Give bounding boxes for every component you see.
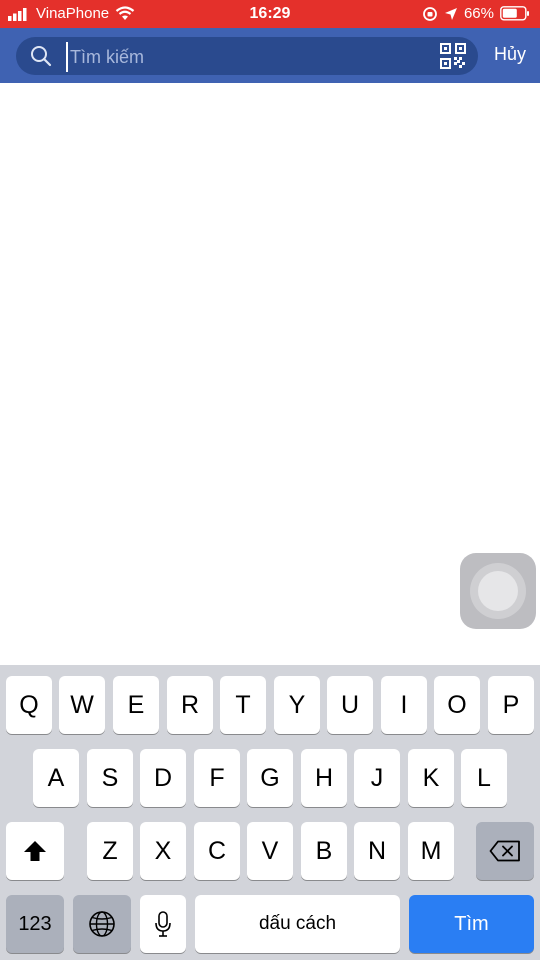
key-o[interactable]: O [434, 676, 480, 734]
cancel-button[interactable]: Hủy [494, 44, 526, 65]
key-n[interactable]: N [354, 822, 400, 880]
status-right: 66% [422, 5, 530, 22]
key-p[interactable]: P [488, 676, 534, 734]
key-j[interactable]: J [354, 749, 400, 807]
key-i[interactable]: I [381, 676, 427, 734]
keyboard: Q W E R T Y U I O P A S D F G H J K L Z … [0, 665, 540, 960]
delete-key[interactable] [476, 822, 534, 880]
key-e[interactable]: E [113, 676, 159, 734]
battery-icon [500, 6, 529, 21]
key-m[interactable]: M [408, 822, 454, 880]
key-y[interactable]: Y [274, 676, 320, 734]
key-g[interactable]: G [247, 749, 293, 807]
orientation-lock-icon [423, 6, 437, 21]
key-c[interactable]: C [194, 822, 240, 880]
globe-icon [89, 911, 115, 937]
search-header: Hủy [0, 28, 540, 83]
backspace-icon [489, 840, 520, 862]
status-bar: VinaPhone 16:29 66% [0, 0, 540, 28]
key-h[interactable]: H [301, 749, 347, 807]
search-return-key[interactable]: Tìm [409, 895, 534, 953]
key-l[interactable]: L [461, 749, 507, 807]
globe-key[interactable] [73, 895, 131, 953]
qr-code-icon[interactable] [440, 43, 466, 69]
key-d[interactable]: D [140, 749, 186, 807]
dictation-key[interactable] [140, 895, 186, 953]
key-u[interactable]: U [327, 676, 373, 734]
numbers-key[interactable]: 123 [6, 895, 64, 953]
shift-key[interactable] [6, 822, 64, 880]
key-w[interactable]: W [59, 676, 105, 734]
key-r[interactable]: R [167, 676, 213, 734]
key-f[interactable]: F [194, 749, 240, 807]
microphone-icon [155, 911, 171, 937]
search-box[interactable] [16, 37, 478, 75]
key-a[interactable]: A [33, 749, 79, 807]
space-key[interactable]: dấu cách [195, 895, 400, 953]
key-x[interactable]: X [140, 822, 186, 880]
battery-percent: 66% [463, 5, 494, 22]
key-t[interactable]: T [220, 676, 266, 734]
location-icon [444, 7, 457, 20]
search-input[interactable] [66, 42, 442, 72]
assistive-touch-center [478, 571, 518, 611]
key-q[interactable]: Q [6, 676, 52, 734]
key-k[interactable]: K [408, 749, 454, 807]
assistive-touch-button[interactable] [460, 553, 536, 629]
key-v[interactable]: V [247, 822, 293, 880]
key-s[interactable]: S [87, 749, 133, 807]
search-icon [31, 46, 52, 67]
shift-arrow-icon [24, 841, 46, 861]
key-z[interactable]: Z [87, 822, 133, 880]
key-b[interactable]: B [301, 822, 347, 880]
